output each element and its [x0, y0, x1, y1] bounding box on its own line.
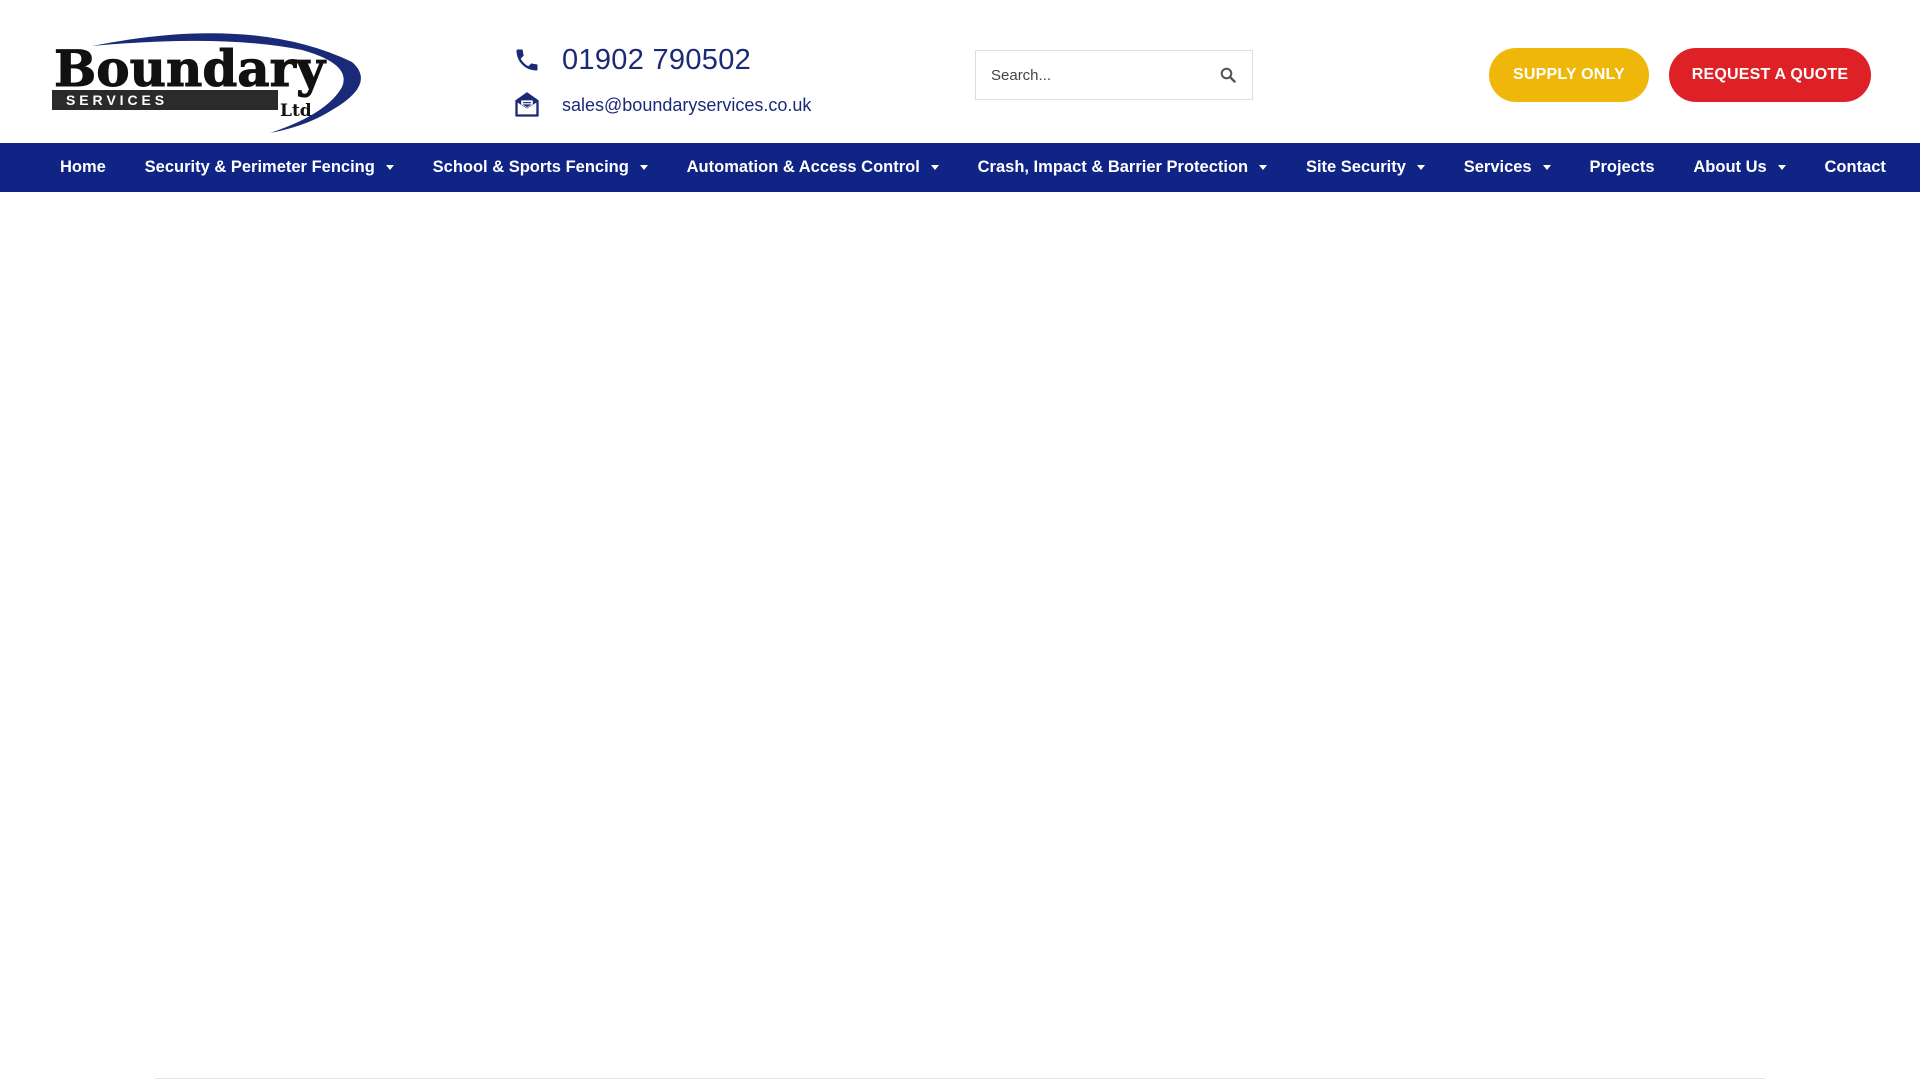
search-box	[975, 50, 1253, 100]
supply-only-button[interactable]: SUPPLY ONLY	[1489, 48, 1649, 102]
phone-icon	[512, 45, 542, 75]
site-header: Boundary S E R V I C E S Ltd 01902 79050…	[0, 0, 1920, 143]
search-input[interactable]	[991, 51, 1206, 99]
nav-item-services[interactable]: Services	[1464, 158, 1551, 177]
nav-item-security-perimeter-fencing[interactable]: Security & Perimeter Fencing	[145, 158, 394, 177]
search-icon[interactable]	[1220, 67, 1238, 85]
nav-label: Automation & Access Control	[686, 158, 920, 176]
nav-item-about-us[interactable]: About Us	[1693, 158, 1786, 177]
logo-ltd: Ltd	[280, 101, 312, 121]
email-link[interactable]: sales@boundaryservices.co.uk	[562, 95, 811, 116]
caret-down-icon	[1777, 165, 1786, 170]
request-quote-button[interactable]: REQUEST A QUOTE	[1669, 48, 1871, 102]
nav-label: Crash, Impact & Barrier Protection	[977, 158, 1249, 176]
nav-label: Services	[1463, 158, 1532, 176]
nav-item-school-sports-fencing[interactable]: School & Sports Fencing	[433, 158, 648, 177]
nav-label: Home	[60, 158, 106, 176]
content-divider	[155, 1078, 1765, 1079]
main-nav: Home Security & Perimeter Fencing School…	[0, 143, 1920, 192]
nav-item-crash-impact-barrier[interactable]: Crash, Impact & Barrier Protection	[978, 158, 1268, 177]
nav-label: Projects	[1589, 158, 1655, 176]
caret-down-icon	[1416, 165, 1425, 170]
caret-down-icon	[639, 165, 648, 170]
nav-list: Home Security & Perimeter Fencing School…	[0, 143, 1920, 192]
nav-item-site-security[interactable]: Site Security	[1306, 158, 1425, 177]
site-logo[interactable]: Boundary S E R V I C E S Ltd	[52, 32, 366, 136]
phone-number[interactable]: 01902 790502	[562, 44, 751, 77]
caret-down-icon	[930, 165, 939, 170]
nav-label: School & Sports Fencing	[432, 158, 629, 176]
nav-label: Security & Perimeter Fencing	[144, 158, 375, 176]
nav-item-projects[interactable]: Projects	[1589, 158, 1654, 177]
nav-label: About Us	[1693, 158, 1767, 176]
phone-row[interactable]: 01902 790502	[512, 40, 811, 80]
email-row[interactable]: sales@boundaryservices.co.uk	[512, 88, 811, 122]
caret-down-icon	[385, 165, 394, 170]
caret-down-icon	[1542, 165, 1551, 170]
nav-label: Site Security	[1305, 158, 1406, 176]
caret-down-icon	[1259, 165, 1268, 170]
contact-info: 01902 790502 sales@boundaryservices.co.u…	[512, 40, 811, 122]
nav-item-contact[interactable]: Contact	[1825, 158, 1886, 177]
logo-sub: S E R V I C E S	[66, 92, 164, 108]
envelope-open-icon	[512, 90, 542, 120]
logo-word: Boundary	[54, 39, 327, 98]
nav-label: Contact	[1824, 158, 1886, 176]
nav-item-home[interactable]: Home	[60, 158, 106, 177]
nav-item-automation-access-control[interactable]: Automation & Access Control	[687, 158, 939, 177]
